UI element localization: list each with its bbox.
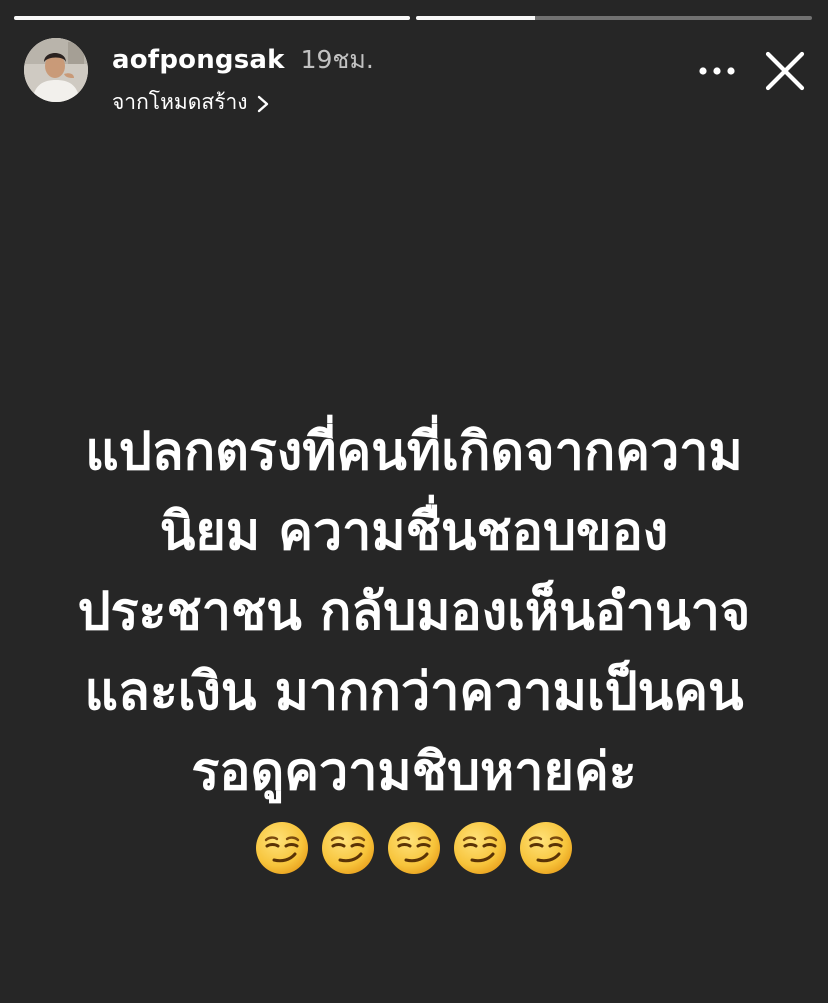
smirking-face-icon bbox=[518, 820, 574, 876]
story-line-3: ประชาชน กลับมองเห็นอำนาจ bbox=[77, 582, 751, 642]
smirking-face-icon bbox=[254, 820, 310, 876]
avatar[interactable] bbox=[24, 38, 88, 102]
progress-fill-2 bbox=[416, 16, 535, 20]
close-icon bbox=[765, 51, 805, 91]
story-text: แปลกตรงที่คนที่เกิดจากความ นิยม ความชื่น… bbox=[40, 412, 788, 876]
smirking-face-icon bbox=[320, 820, 376, 876]
emoji-row bbox=[40, 820, 788, 876]
story-line-2: นิยม ความชื่นชอบของ bbox=[159, 502, 669, 562]
close-button[interactable] bbox=[760, 46, 810, 96]
chevron-right-icon bbox=[256, 94, 270, 112]
source-link[interactable]: จากโหมดสร้าง bbox=[112, 86, 374, 119]
timestamp: 19ชม. bbox=[300, 45, 374, 74]
story-line-5: รอดูความชิบหายค่ะ bbox=[191, 742, 637, 802]
story-header: aofpongsak 19ชม. จากโหมดสร้าง bbox=[22, 36, 810, 114]
progress-segment-1 bbox=[14, 16, 410, 20]
story-progress-bar bbox=[14, 16, 812, 21]
more-options-button[interactable] bbox=[694, 54, 740, 88]
story-line-1: แปลกตรงที่คนที่เกิดจากความ bbox=[85, 422, 743, 482]
story-line-4: และเงิน มากกว่าความเป็นคน bbox=[84, 662, 744, 722]
username[interactable]: aofpongsak bbox=[112, 45, 285, 75]
smirking-face-icon bbox=[386, 820, 442, 876]
user-row: aofpongsak 19ชม. bbox=[112, 40, 374, 80]
smirking-face-icon bbox=[452, 820, 508, 876]
source-label: จากโหมดสร้าง bbox=[112, 90, 248, 114]
progress-segment-2 bbox=[416, 16, 812, 20]
user-info: aofpongsak 19ชม. จากโหมดสร้าง bbox=[112, 40, 374, 119]
avatar-photo bbox=[24, 38, 88, 102]
more-icon bbox=[699, 67, 735, 75]
progress-fill-1 bbox=[14, 16, 410, 20]
